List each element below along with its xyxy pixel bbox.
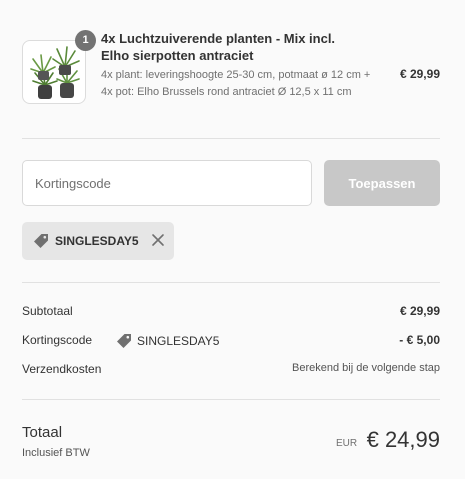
divider bbox=[22, 138, 440, 139]
cart-line-item: 1 4x Luchtzuiverende planten - Mix incl.… bbox=[22, 30, 440, 120]
discount-value: - € 5,00 bbox=[399, 333, 440, 347]
applied-discount-code: SINGLESDAY5 bbox=[55, 234, 139, 248]
product-description: 4x plant: leveringshoogte 25-30 cm, potm… bbox=[101, 69, 371, 98]
tag-icon bbox=[117, 334, 131, 348]
total-label: Totaal bbox=[22, 424, 63, 441]
discount-label: Kortingscode bbox=[22, 333, 93, 347]
applied-discount-chip: SINGLESDAY5 bbox=[22, 222, 174, 260]
product-title: 4x Luchtzuiverende planten - Mix incl. E… bbox=[101, 31, 336, 63]
quantity-badge: 1 bbox=[75, 30, 96, 51]
apply-discount-button[interactable]: Toepassen bbox=[324, 160, 440, 206]
subtotal-value: € 29,99 bbox=[399, 304, 440, 318]
total-amount: € 24,99 bbox=[366, 427, 440, 452]
shipping-label: Verzendkosten bbox=[22, 362, 102, 376]
close-icon[interactable] bbox=[151, 233, 165, 247]
plant-icon bbox=[30, 46, 80, 99]
discount-code-text: SINGLESDAY5 bbox=[137, 334, 220, 348]
currency-code: EUR bbox=[336, 438, 358, 449]
divider bbox=[22, 282, 440, 283]
subtotal-row: Subtotaal € 29,99 bbox=[22, 304, 440, 322]
subtotal-label: Subtotaal bbox=[22, 304, 73, 318]
shipping-row: Verzendkosten Berekend bij de volgende s… bbox=[22, 362, 440, 380]
product-price: € 29,99 bbox=[399, 67, 440, 81]
tag-icon bbox=[34, 234, 48, 248]
discount-code-inline: SINGLESDAY5 bbox=[116, 333, 219, 349]
total-tax-note: Inclusief BTW bbox=[22, 447, 90, 459]
discount-code-input[interactable] bbox=[22, 160, 312, 206]
divider bbox=[22, 399, 440, 400]
discount-row: Kortingscode SINGLESDAY5 - € 5,00 bbox=[22, 333, 440, 351]
product-thumbnail bbox=[22, 40, 86, 104]
shipping-value: Berekend bij de volgende stap bbox=[292, 362, 440, 374]
